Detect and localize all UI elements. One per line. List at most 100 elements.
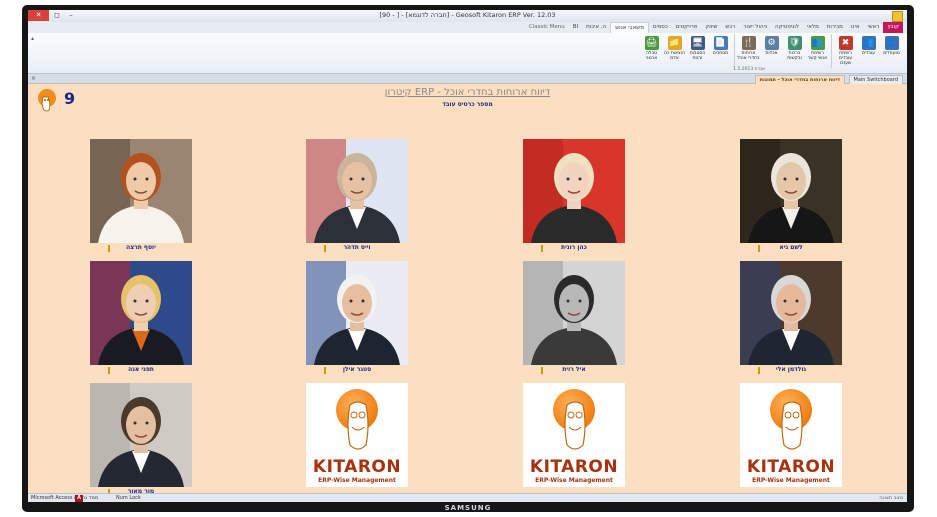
tab-7[interactable]: רכש [721, 22, 739, 33]
kitaron-word: KITARON [529, 457, 619, 477]
ribbon-button-2[interactable]: ✖ רשימת עובדים שעזבו [834, 34, 857, 68]
employee-photo[interactable] [306, 139, 408, 243]
kitaron-logo-image: KITARON ERP-Wise Management [740, 383, 842, 487]
ribbon-button-7[interactable]: 🍴 ארוחות בחדרי אוכל [737, 34, 760, 68]
ribbon-button-label: טבלה ארגוני [645, 51, 658, 61]
ribbon-icon: ⚙ [764, 36, 779, 50]
employee-card[interactable]: תפני אנה [90, 261, 192, 375]
ribbon-button-4[interactable]: 👥 רשימת אנשי קשר [806, 34, 829, 68]
ribbon-icon: 🛡 [787, 36, 802, 50]
ribbon-button-6[interactable]: ⚙ אכלות [760, 34, 783, 68]
ribbon-button-label: רשימת עובדים שעזבו [838, 51, 853, 66]
employee-name: סטגר אילן [342, 366, 372, 373]
ribbon-button-12[interactable]: 🖨 טבלה ארגוני [640, 34, 663, 68]
employee-name-row: לשם גיא [740, 243, 842, 253]
ribbon-button-0[interactable]: 👤 מועמדים [880, 34, 903, 68]
kitaron-tagline: ERP-Wise Management [318, 477, 396, 484]
owl-icon [564, 401, 586, 450]
ribbon-collapse-icon[interactable]: ▴ [31, 35, 34, 42]
ribbon-button-10[interactable]: 🖥 הסטבות ורגות [686, 34, 709, 68]
employee-photo[interactable] [90, 139, 192, 243]
ribbon-button-11[interactable]: 📁 הוצאות כח אדם [663, 34, 686, 68]
ribbon-icon: ✖ [838, 36, 853, 50]
employee-photo[interactable] [740, 261, 842, 365]
employee-name: וייס תדהר [343, 244, 371, 251]
ribbon-button-label: ברכות ובקשות [787, 51, 802, 61]
employee-photo[interactable] [523, 261, 625, 365]
tab-6[interactable]: ניהול ייצור [739, 22, 771, 33]
ribbon-group-hr: 👤 מועמדים 👥 עובדים ✖ רשימת עובדים שעזבו 👥 רשימת… [640, 34, 903, 68]
tab-4[interactable]: מלאי [803, 22, 823, 33]
tab-2[interactable]: אינו [847, 22, 864, 33]
num-lock-indicator: Num Lock [116, 495, 141, 501]
ribbon-button-label: הוצאות כח אדם [664, 51, 685, 61]
close-document-icon[interactable]: × [31, 74, 36, 83]
ribbon-button-9[interactable]: 📄 מסמכים [709, 34, 732, 68]
employee-card[interactable]: KITARON ERP-Wise Management [740, 383, 842, 497]
access-icon: A [75, 495, 83, 502]
ribbon-icon: 👤 [884, 36, 899, 50]
employee-card[interactable]: כהן רונית [523, 139, 625, 253]
status-bar: Microsoft Access מסד נתונים A Num Lock מ… [28, 493, 907, 502]
tab-5[interactable]: לוגיסטיקה [771, 22, 803, 33]
employee-photo-monroe [523, 139, 625, 243]
ribbon-button-label: הסטבות ורגות [689, 51, 706, 61]
employee-photo[interactable]: KITARON ERP-Wise Management [306, 383, 408, 487]
employee-name: יוסף תרצה [126, 244, 156, 251]
ribbon-button-1[interactable]: 👥 עובדים [857, 34, 880, 68]
ribbon-icon: 👥 [861, 36, 876, 50]
tab-8[interactable]: שיווק [701, 22, 721, 33]
tab-meal-report[interactable]: דיווח ארוחות בחדרי אוכל - תמונות [754, 75, 845, 84]
ribbon-button-label: ארוחות בחדרי אוכל [737, 51, 760, 61]
tab-9[interactable]: פרויקטים [672, 22, 702, 33]
meal-report-form: 9 קיטרון ERP - דיווח ארוחות בחדרי אוכל מ… [28, 84, 907, 496]
kitaron-logo-image: KITARON ERP-Wise Management [306, 383, 408, 487]
employee-card[interactable]: מור מאור [90, 383, 192, 497]
ribbon-button-label: עובדים [861, 51, 876, 56]
employee-photo[interactable] [306, 261, 408, 365]
employee-card[interactable]: סטגר אילן [306, 261, 408, 375]
kitaron-word: KITARON [312, 457, 402, 477]
tab-12[interactable]: ה. איכות [582, 22, 610, 33]
kitaron-logo-image: KITARON ERP-Wise Management [523, 383, 625, 487]
ribbon-button-label: אכלות [765, 51, 778, 56]
tab-0[interactable]: קובץ [883, 22, 903, 33]
employee-card[interactable]: יוסף תרצה [90, 139, 192, 253]
quick-access-icon[interactable] [892, 11, 903, 22]
kitaron-tagline: ERP-Wise Management [752, 477, 830, 484]
status-left-text: Microsoft Access מסד נתונים [31, 495, 99, 501]
ribbon-icon: 📁 [667, 36, 682, 50]
tab-main-switchboard[interactable]: Main Switchboard [848, 75, 903, 84]
ribbon-button-5[interactable]: 🛡 ברכות ובקשות [783, 34, 806, 68]
employee-name-row: גולדמן אלי [740, 365, 842, 375]
employee-name-row: איל רוית [523, 365, 625, 375]
employee-card[interactable]: גולדמן אלי [740, 261, 842, 375]
employee-photo-clinton [740, 261, 842, 365]
tab-11[interactable]: משאבי אנוש [610, 22, 649, 33]
employee-card-label: מספר כרטיס עובד [442, 101, 493, 108]
employee-photo[interactable] [740, 139, 842, 243]
employee-card[interactable]: KITARON ERP-Wise Management [523, 383, 625, 497]
employee-photo[interactable] [90, 383, 192, 487]
tab-13[interactable]: BI [569, 22, 582, 33]
tab-14[interactable]: Classic Menu [525, 22, 569, 33]
employee-photo[interactable]: KITARON ERP-Wise Management [740, 383, 842, 487]
employee-card[interactable]: איל רוית [523, 261, 625, 375]
employee-photo[interactable]: KITARON ERP-Wise Management [523, 383, 625, 487]
employee-name: איל רוית [562, 366, 586, 373]
ribbon-separator [831, 34, 832, 68]
tab-1[interactable]: ראשי [864, 22, 884, 33]
kitaron-word: KITARON [746, 457, 836, 477]
employee-card[interactable]: וייס תדהר [306, 139, 408, 253]
employee-photo[interactable] [90, 261, 192, 365]
employee-card[interactable]: KITARON ERP-Wise Management [306, 383, 408, 497]
employee-name: כהן רונית [561, 244, 587, 251]
tab-10[interactable]: כספים [649, 22, 672, 33]
employee-name: גולדמן אלי [775, 366, 807, 373]
ribbon-icon: 🍴 [741, 36, 756, 50]
employee-name-row: כהן רונית [523, 243, 625, 253]
employee-name-row: תפני אנה [90, 365, 192, 375]
employee-photo[interactable] [523, 139, 625, 243]
employee-card[interactable]: לשם גיא [740, 139, 842, 253]
tab-3[interactable]: מכירות [823, 22, 847, 33]
